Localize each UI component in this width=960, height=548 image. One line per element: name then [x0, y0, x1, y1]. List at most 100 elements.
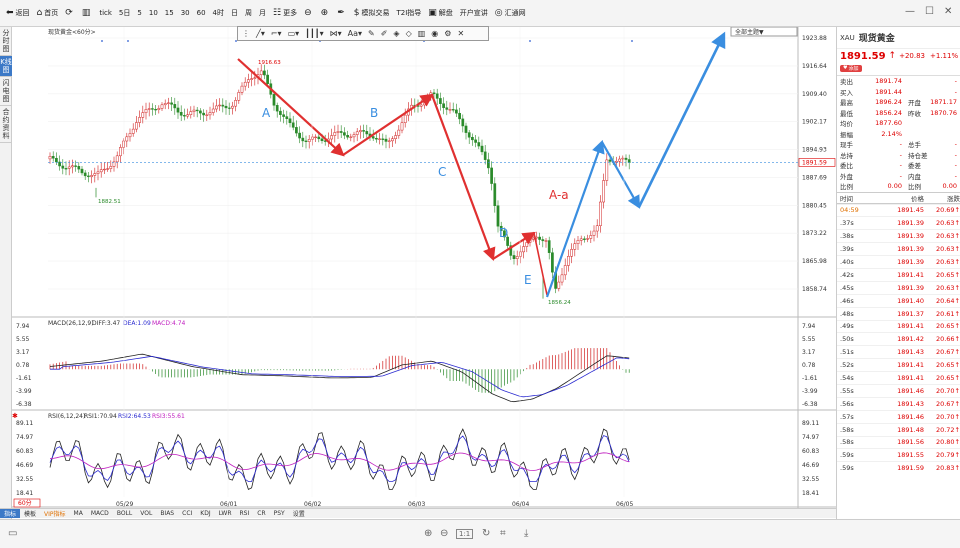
panel-icon[interactable]: ▭ — [8, 528, 17, 539]
quote-value: 1891.74 — [875, 77, 902, 86]
rect-tool-icon[interactable]: ▭▾ — [288, 29, 300, 38]
quote-value: 1896.24 — [875, 98, 902, 107]
home-icon: ⌂ — [36, 8, 43, 18]
toolbar-item-15[interactable]: ☷ 更多 — [273, 8, 297, 18]
indicator-tab-8[interactable]: CCI — [178, 510, 196, 517]
toolbar-item-9[interactable]: 30 — [181, 9, 190, 17]
eraser-icon[interactable]: ◇ — [406, 29, 412, 38]
close-toolbar-icon[interactable]: ✕ — [457, 29, 464, 38]
indicator-tab-5[interactable]: BOLL — [113, 510, 136, 517]
zoom-in-bottom-icon[interactable]: ⊕ — [424, 528, 432, 539]
indicator-tab-2[interactable]: VIP指标 — [40, 509, 70, 518]
candle — [567, 256, 570, 266]
toolbar-item-16[interactable]: ⊖ — [304, 8, 314, 18]
quote-key: 外盘 — [840, 172, 853, 181]
actual-size-icon[interactable]: 1:1 — [456, 529, 474, 539]
quote-key: 总持 — [840, 151, 853, 160]
toolbar-item-10[interactable]: 60 — [197, 9, 206, 17]
eye-icon[interactable]: ◉ — [431, 29, 438, 38]
chart-area[interactable]: 1923.88 1916.64 1909.40 1902.17 1894.93 1887.… — [12, 27, 836, 508]
toolbar-item-20[interactable]: T2I指导 — [396, 8, 421, 18]
toolbar-item-8[interactable]: 15 — [165, 9, 174, 17]
crop-icon[interactable]: ⌗ — [500, 528, 506, 539]
theme-button[interactable]: 全部主题▼ — [735, 28, 764, 36]
candle — [304, 140, 308, 142]
indicator-tab-13[interactable]: PSY — [270, 510, 289, 517]
minimize-icon[interactable]: — — [905, 6, 915, 17]
indicator-tab-7[interactable]: BIAS — [156, 510, 178, 517]
shape-tool-icon[interactable]: ⌐▾ — [271, 29, 282, 38]
candle — [307, 139, 311, 142]
indicator-tab-1[interactable]: 模板 — [20, 509, 40, 518]
tick-change: 20.63↑ — [935, 245, 960, 254]
drag-handle-icon[interactable]: ⋮ — [242, 29, 250, 38]
left-tab-0[interactable]: 分时图 — [0, 27, 12, 56]
indicator-tab-0[interactable]: 指标 — [0, 509, 21, 518]
period-badge[interactable]: 60分 — [18, 499, 32, 507]
toolbar-label: 模拟交易 — [361, 9, 390, 17]
symbol-code: XAU — [840, 33, 855, 42]
close-icon[interactable]: ✕ — [944, 6, 952, 17]
date-label: 06/01 — [220, 501, 237, 508]
zoom-out-bottom-icon[interactable]: ⊖ — [440, 528, 448, 539]
toolbar-item-12[interactable]: 日 — [231, 8, 238, 18]
maximize-icon[interactable]: ☐ — [925, 6, 934, 17]
wave-annotation: C — [438, 165, 446, 179]
gear-icon[interactable]: ⚙ — [444, 29, 451, 38]
left-tab-3[interactable]: 合约资料 — [0, 106, 12, 143]
candle — [621, 157, 625, 160]
candle — [346, 134, 349, 138]
rsi-label-left: 89.11 — [16, 420, 33, 427]
pencil-icon[interactable]: ✎ — [368, 29, 375, 38]
indicator-tab-9[interactable]: KDJ — [196, 510, 214, 517]
line-tool-icon[interactable]: ╱▾ — [256, 29, 265, 38]
indicator-tab-3[interactable]: MA — [70, 510, 87, 517]
toolbar-item-2[interactable]: ⟳ — [65, 8, 75, 18]
pattern-tool-icon[interactable]: ⋈▾ — [330, 29, 342, 38]
toolbar-label: 60 — [196, 9, 206, 17]
toolbar-item-14[interactable]: 月 — [259, 8, 266, 18]
candle — [391, 138, 394, 142]
toolbar-item-3[interactable]: ▥ — [82, 8, 93, 18]
toolbar-item-22[interactable]: 开户宣讲 — [460, 8, 488, 18]
date-label: 06/05 — [616, 501, 633, 508]
indicator-tab-11[interactable]: RSI — [236, 510, 254, 517]
toolbar-item-7[interactable]: 10 — [149, 9, 158, 17]
toolbar-label: 30 — [180, 9, 190, 17]
indicator-tab-4[interactable]: MACD — [87, 510, 113, 517]
toolbar-item-18[interactable]: ✒ — [337, 8, 347, 18]
left-tab-1[interactable]: K线图 — [0, 56, 12, 77]
toolbar-item-23[interactable]: ◎ 汇通网 — [495, 8, 526, 18]
toolbar-item-4[interactable]: tick — [99, 9, 112, 17]
toolbar-item-13[interactable]: 周 — [245, 8, 252, 18]
channel-tool-icon[interactable]: ┃┃┃▾ — [305, 29, 323, 38]
quote-key: 比例 — [840, 183, 853, 192]
toolbar-item-17[interactable]: ⊕ — [321, 8, 331, 18]
toolbar-item-21[interactable]: ▣ 解盘 — [428, 8, 453, 18]
candle — [275, 105, 279, 112]
tick-price: 1891.37 — [897, 309, 924, 318]
brush-icon[interactable]: ✐ — [381, 29, 388, 38]
indicator-tab-14[interactable]: 设置 — [289, 509, 309, 518]
download-icon[interactable]: ⤓ — [524, 528, 528, 539]
trash-icon[interactable]: ▥ — [418, 29, 426, 38]
add-watchlist-button[interactable]: ♥ 添加 — [840, 64, 862, 72]
tick-time: .50s — [840, 335, 854, 344]
lock-icon[interactable]: ◈ — [393, 29, 399, 38]
indicator-tab-6[interactable]: VOL — [136, 510, 156, 517]
indicator-tab-12[interactable]: CR — [253, 510, 269, 517]
indicator-tab-10[interactable]: LWR — [215, 510, 236, 517]
toolbar-item-19[interactable]: $ 模拟交易 — [354, 8, 390, 18]
text-tool-icon[interactable]: Aa▾ — [348, 29, 362, 38]
toolbar-item-5[interactable]: 5日 — [119, 8, 130, 18]
candle — [83, 172, 87, 177]
tick-change: 20.61↑ — [935, 309, 960, 318]
toolbar-item-11[interactable]: 4时 — [213, 8, 224, 18]
toolbar-item-6[interactable]: 5 — [137, 9, 141, 17]
left-tab-2[interactable]: 闪电图 — [0, 77, 12, 106]
toolbar-item-1[interactable]: ⌂ 首页 — [37, 8, 59, 18]
rotate-icon[interactable]: ↻ — [482, 528, 490, 539]
toolbar-item-0[interactable]: ⬅ 返回 — [6, 8, 30, 18]
candle — [160, 104, 164, 109]
tick-price: 1891.46 — [897, 412, 924, 421]
